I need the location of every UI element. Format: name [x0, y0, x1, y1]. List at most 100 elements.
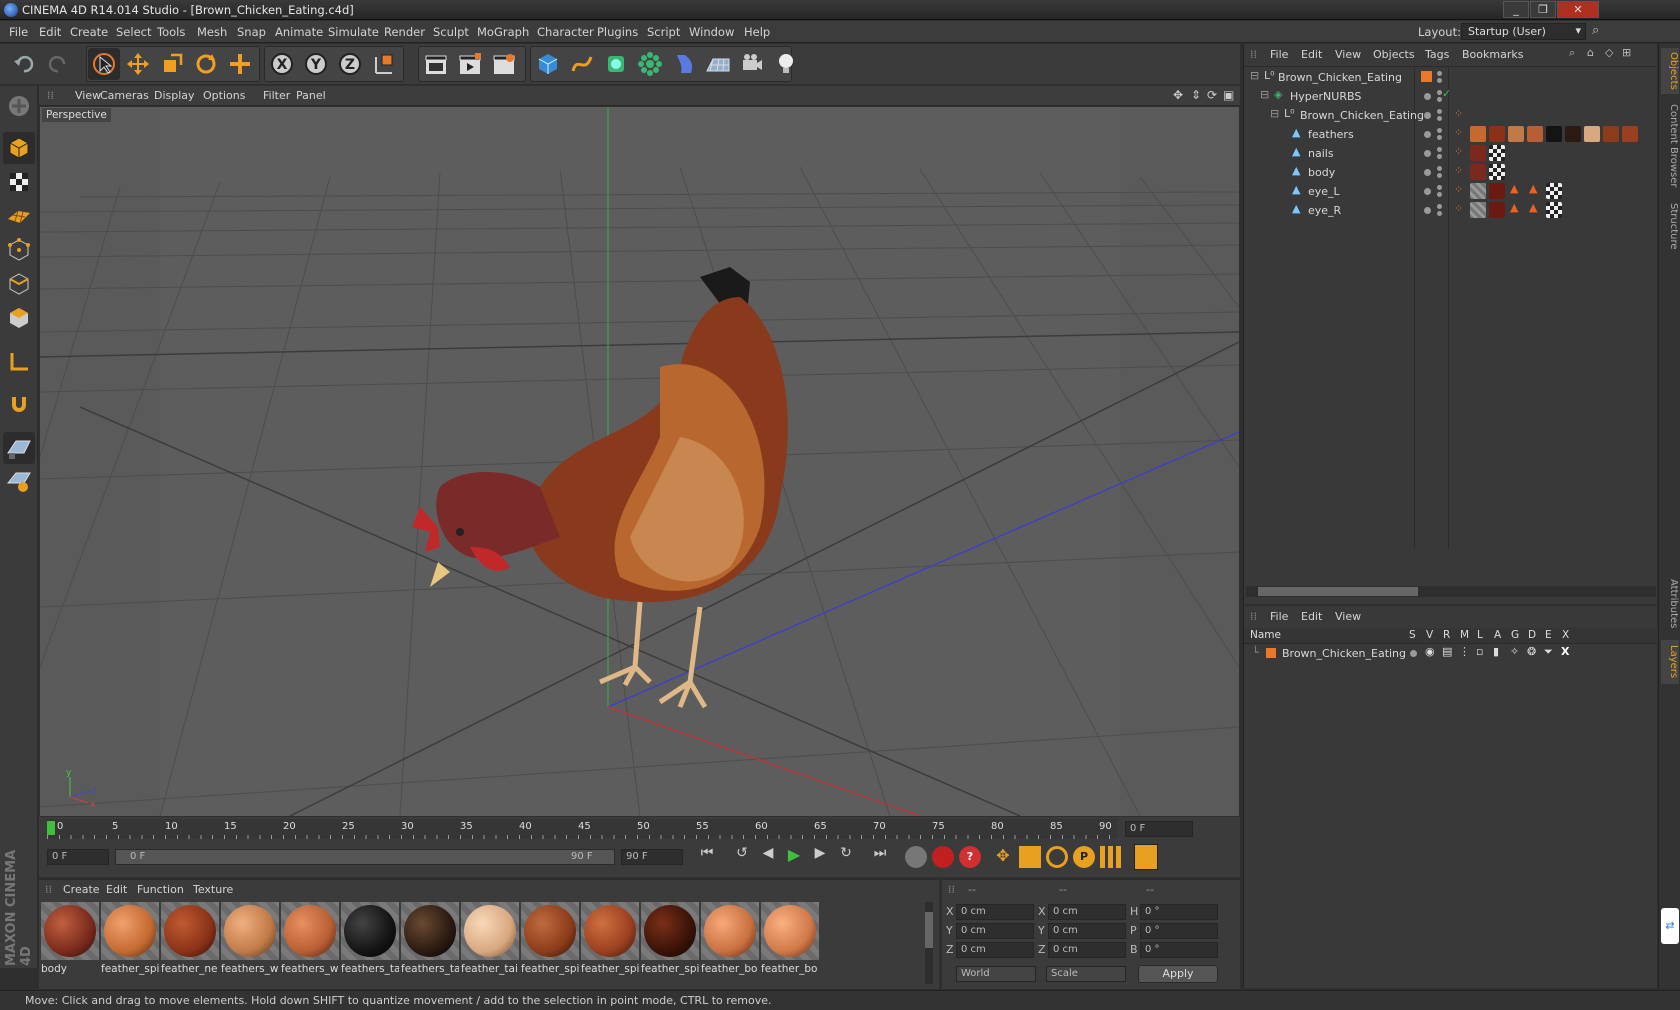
timeline-window-icon[interactable] — [1134, 844, 1158, 870]
uvw-tag-icon[interactable] — [1489, 164, 1505, 180]
material-swatch[interactable]: feathers_ta — [401, 902, 459, 984]
object-row[interactable]: ▲ nails ⁘ — [1244, 144, 1658, 163]
lock-z-axis-button[interactable]: Z — [334, 48, 366, 80]
tab-objects[interactable]: Objects — [1661, 48, 1679, 94]
phong-tag-icon[interactable]: ⁘ — [1454, 164, 1463, 177]
object-row[interactable]: ⊟ ◈ HyperNURBS ✓ — [1244, 87, 1658, 106]
uvw-tag-icon[interactable] — [1546, 202, 1562, 218]
layer-dot[interactable] — [1424, 188, 1431, 195]
generators-icon[interactable]: ✧ — [1510, 645, 1519, 658]
object-row[interactable]: ▲ eye_R ⁘ ▲ ▲ — [1244, 201, 1658, 220]
undo-button[interactable] — [8, 48, 40, 80]
material-swatch[interactable]: feathers_ta — [341, 902, 399, 984]
previous-key-icon[interactable]: ↺ — [729, 845, 755, 869]
go-to-end-icon[interactable]: ⏭ — [867, 845, 893, 869]
selection-tag-icon[interactable]: ▲ — [1510, 201, 1518, 214]
pos-x-field[interactable]: 0 cm — [956, 904, 1034, 920]
add-spline-button[interactable] — [566, 48, 598, 80]
pos-z-field[interactable]: 0 cm — [956, 942, 1034, 958]
objects-menu-objects[interactable]: Objects — [1373, 48, 1415, 61]
play-icon[interactable]: ▶ — [781, 845, 807, 869]
size-mode-select[interactable]: Scale — [1046, 966, 1126, 982]
material-menu-create[interactable]: Create — [63, 883, 100, 896]
add-deformer-button[interactable] — [668, 48, 700, 80]
view-eye-icon[interactable]: ◉ — [1425, 645, 1435, 658]
material-tag-icon[interactable] — [1527, 126, 1543, 142]
material-swatch[interactable]: feather_spi — [581, 902, 639, 984]
key-position-icon[interactable]: ✥ — [992, 846, 1014, 868]
rot-p-field[interactable]: 0 ° — [1140, 923, 1218, 939]
material-swatch[interactable]: feather_bo — [761, 902, 819, 984]
scale-tool-button[interactable] — [156, 48, 188, 80]
layer-dot[interactable] — [1424, 131, 1431, 138]
material-tag-icon[interactable] — [1489, 126, 1505, 142]
material-tag-icon[interactable] — [1489, 202, 1505, 218]
autokey-icon[interactable] — [932, 846, 954, 868]
render-picture-viewer-button[interactable] — [454, 48, 486, 80]
edges-mode-button[interactable] — [3, 268, 35, 300]
restore-button[interactable]: ❐ — [1530, 1, 1556, 18]
tab-content-browser[interactable]: Content Browser — [1661, 100, 1679, 192]
next-frame-icon[interactable]: ▶ — [807, 845, 833, 869]
viewport-menu-cameras[interactable]: Cameras — [100, 89, 149, 102]
lock-y-axis-button[interactable]: Y — [300, 48, 332, 80]
uvw-tag-icon[interactable] — [1489, 145, 1505, 161]
material-tag-icon[interactable] — [1603, 126, 1619, 142]
collapse-icon[interactable]: ⊟ — [1270, 107, 1279, 120]
move-tool-button[interactable] — [122, 48, 154, 80]
material-swatch[interactable]: body — [41, 902, 99, 984]
dolly-view-icon[interactable]: ⇕ — [1191, 88, 1201, 102]
object-row[interactable]: ▲ body ⁘ — [1244, 163, 1658, 182]
coordinate-system-button[interactable] — [368, 48, 400, 80]
manager-hierarchy-icon[interactable]: ⋮ — [1459, 645, 1470, 658]
rot-h-field[interactable]: 0 ° — [1140, 904, 1218, 920]
minimize-button[interactable]: _ — [1503, 1, 1529, 18]
key-parameter-icon[interactable]: P — [1073, 846, 1095, 868]
material-swatch[interactable]: feather_spi — [521, 902, 579, 984]
add-nurbs-button[interactable] — [600, 48, 632, 80]
visibility-render-dot[interactable] — [1437, 192, 1442, 197]
layout-select[interactable]: Startup (User) ▾ — [1461, 23, 1586, 40]
viewport-menu-options[interactable]: Options — [203, 89, 245, 102]
material-swatch[interactable]: feather_bo — [701, 902, 759, 984]
objects-menu-tags[interactable]: Tags — [1425, 48, 1449, 61]
rot-b-field[interactable]: 0 ° — [1140, 942, 1218, 958]
menu-select[interactable]: Select — [116, 25, 151, 39]
layers-menu-file[interactable]: File — [1270, 610, 1288, 623]
visibility-render-dot[interactable] — [1437, 211, 1442, 216]
layers-menu-view[interactable]: View — [1335, 610, 1361, 623]
layer-color-swatch[interactable] — [1421, 71, 1432, 82]
material-tag-icon[interactable] — [1470, 126, 1486, 142]
layer-dot[interactable] — [1424, 169, 1431, 176]
material-swatch[interactable]: feathers_w — [281, 902, 339, 984]
record-keys-off-icon[interactable] — [905, 846, 927, 868]
layer-dot[interactable] — [1424, 207, 1431, 214]
material-tag-icon[interactable] — [1470, 202, 1486, 218]
visibility-render-dot[interactable] — [1437, 135, 1442, 140]
enabled-checkmark-icon[interactable]: ✓ — [1442, 87, 1451, 100]
menu-create[interactable]: Create — [70, 25, 108, 39]
live-selection-button[interactable] — [88, 48, 120, 80]
menu-window[interactable]: Window — [689, 25, 734, 39]
toggle-panel-icon[interactable]: ▣ — [1223, 88, 1234, 102]
material-menu-edit[interactable]: Edit — [106, 883, 127, 896]
layer-dot[interactable] — [1424, 112, 1431, 119]
phong-tag-icon[interactable]: ⁘ — [1454, 145, 1463, 158]
phong-tag-icon[interactable]: ⁘ — [1454, 126, 1463, 139]
selection-tag-icon[interactable]: ▲ — [1529, 182, 1537, 195]
model-mode-button[interactable] — [3, 132, 35, 164]
collapse-icon[interactable]: ⊟ — [1250, 69, 1259, 82]
visibility-editor-dot[interactable] — [1437, 71, 1442, 76]
menu-tools[interactable]: Tools — [157, 25, 185, 39]
render-view-button[interactable] — [420, 48, 452, 80]
polygons-mode-button[interactable] — [3, 302, 35, 334]
viewport-menu-panel[interactable]: Panel — [296, 89, 326, 102]
layer-color-swatch[interactable] — [1266, 648, 1276, 658]
key-scale-icon[interactable] — [1019, 846, 1041, 868]
viewport-menu-display[interactable]: Display — [154, 89, 195, 102]
lock-icon[interactable]: ▫ — [1476, 645, 1483, 658]
menu-snap[interactable]: Snap — [237, 25, 266, 39]
collapse-icon[interactable]: ⊟ — [1260, 88, 1269, 101]
lock-x-axis-button[interactable]: X — [266, 48, 298, 80]
objects-horizontal-scrollbar[interactable] — [1246, 586, 1656, 597]
